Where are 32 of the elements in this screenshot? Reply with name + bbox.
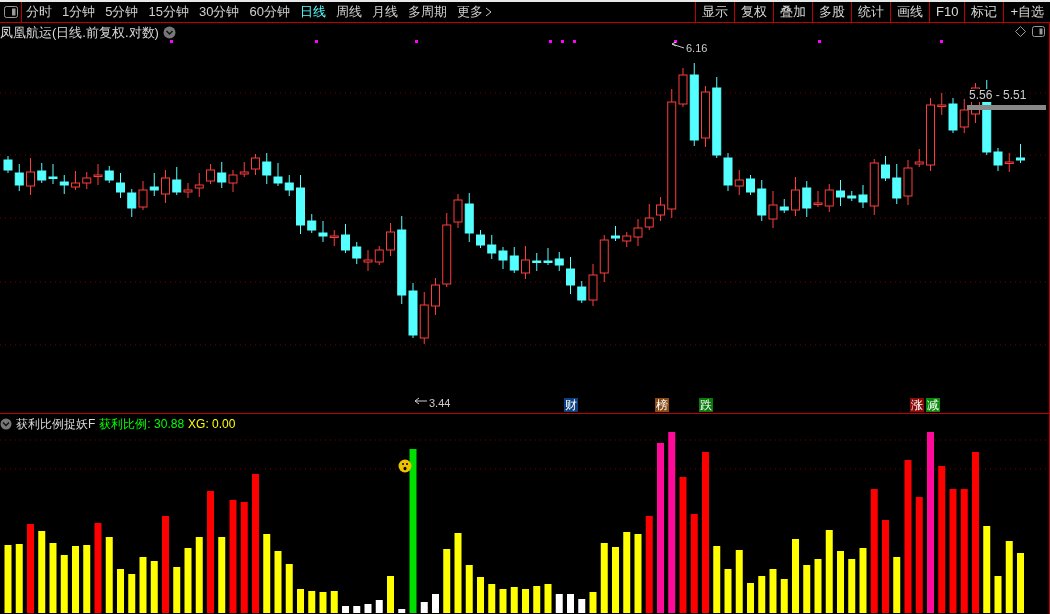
event-tag[interactable]: 财 — [564, 398, 578, 412]
price-range-label: 5.56 - 5.51 — [969, 89, 1027, 102]
indicator-value: XG: 0.00 — [188, 416, 236, 433]
toolbar-button[interactable]: 画线 — [890, 2, 929, 22]
event-tag[interactable]: 榜 — [655, 398, 669, 412]
indicator-name: 获利比例捉妖F — [16, 416, 96, 433]
more-button[interactable]: 更多 — [456, 2, 492, 22]
high-price-label: 6.16 — [686, 41, 708, 56]
period-tab[interactable]: 日线 — [299, 2, 326, 22]
toolbar-button[interactable]: 显示 — [695, 2, 734, 22]
toolbar-button[interactable]: 多股 — [812, 2, 851, 22]
chart-title: 凤凰航运(日线.前复权.对数) — [0, 24, 159, 42]
period-tab[interactable]: 月线 — [371, 2, 398, 22]
period-tab[interactable]: 多周期 — [407, 2, 447, 22]
toolbar-button[interactable]: 统计 — [851, 2, 890, 22]
event-tag[interactable]: 涨 — [910, 398, 924, 412]
event-tag[interactable]: 减 — [926, 398, 940, 412]
event-tag[interactable]: 跌 — [699, 398, 713, 412]
toolbar-button[interactable]: F10 — [929, 2, 965, 22]
toolbar-button[interactable]: 复权 — [734, 2, 773, 22]
period-tab[interactable]: 5分钟 — [105, 2, 139, 22]
period-tab[interactable]: 30分钟 — [198, 2, 240, 22]
period-tab[interactable]: 分时 — [26, 2, 52, 22]
low-price-label: 3.44 — [429, 396, 451, 411]
toolbar-button[interactable]: 标记 — [964, 2, 1004, 22]
period-tab[interactable]: 1分钟 — [62, 2, 96, 22]
toolbar-button[interactable]: +自选 — [1003, 2, 1050, 22]
toolbar-button[interactable]: 叠加 — [773, 2, 812, 22]
period-tab[interactable]: 周线 — [335, 2, 362, 22]
period-tab[interactable]: 15分钟 — [148, 2, 189, 22]
period-tab[interactable]: 60分钟 — [249, 2, 290, 22]
indicator-value: 获利比例: 30.88 — [99, 416, 185, 433]
